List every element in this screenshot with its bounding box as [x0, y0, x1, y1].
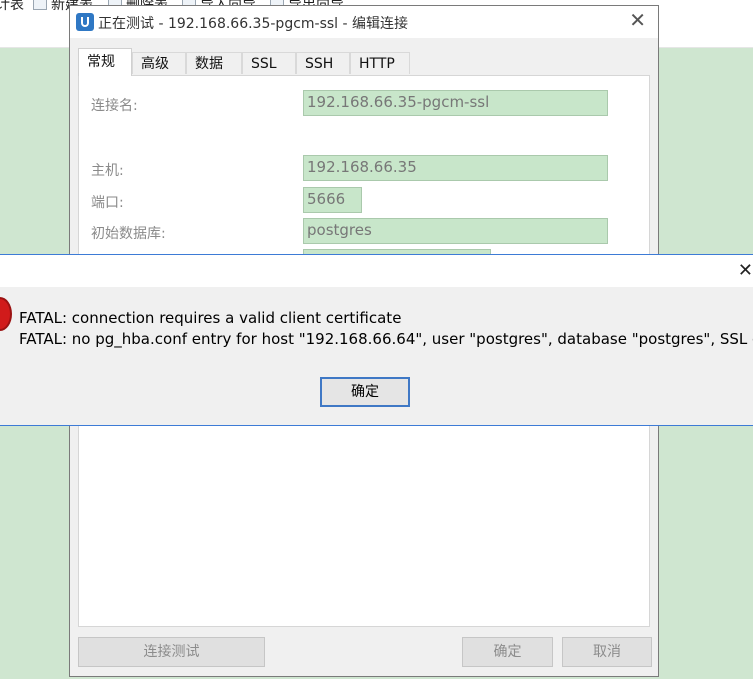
- connection-name-input[interactable]: 192.168.66.35-pgcm-ssl: [303, 90, 608, 116]
- port-input[interactable]: 5666: [303, 187, 362, 213]
- app-elephant-icon: [76, 13, 94, 31]
- error-message-line-1: FATAL: connection requires a valid clien…: [19, 309, 402, 327]
- error-dialog-titlebar[interactable]: ✕: [0, 255, 753, 287]
- tab-general[interactable]: 常规: [78, 48, 132, 76]
- tab-advanced[interactable]: 高级: [132, 52, 186, 74]
- error-ok-button[interactable]: 确定: [320, 377, 410, 407]
- initial-database-label: 初始数据库:: [91, 226, 166, 242]
- tab-ssl[interactable]: SSL: [242, 52, 296, 74]
- host-input[interactable]: 192.168.66.35: [303, 155, 608, 181]
- connection-name-label: 连接名:: [91, 98, 138, 114]
- cancel-button[interactable]: 取消: [562, 637, 652, 667]
- tab-ssh[interactable]: SSH: [296, 52, 350, 74]
- ok-button[interactable]: 确定: [462, 637, 553, 667]
- close-icon[interactable]: ✕: [738, 262, 753, 280]
- dialog-titlebar[interactable]: 正在测试 - 192.168.66.35-pgcm-ssl - 编辑连接 ✕: [70, 6, 658, 38]
- table-icon: [33, 0, 47, 10]
- error-dialog: ✕ FATAL: connection requires a valid cli…: [0, 254, 753, 426]
- bg-toolbar-item[interactable]: 计表: [0, 0, 24, 14]
- initial-database-input[interactable]: postgres: [303, 218, 608, 244]
- error-icon: [0, 297, 12, 331]
- close-icon[interactable]: ✕: [629, 10, 646, 30]
- test-connection-button[interactable]: 连接测试: [78, 637, 265, 667]
- error-message-line-2: FATAL: no pg_hba.conf entry for host "19…: [19, 330, 753, 348]
- port-label: 端口:: [91, 195, 124, 211]
- tab-http[interactable]: HTTP: [350, 52, 410, 74]
- host-label: 主机:: [91, 163, 124, 179]
- tab-databases[interactable]: 数据库: [186, 52, 242, 94]
- dialog-title: 正在测试 - 192.168.66.35-pgcm-ssl - 编辑连接: [98, 16, 409, 32]
